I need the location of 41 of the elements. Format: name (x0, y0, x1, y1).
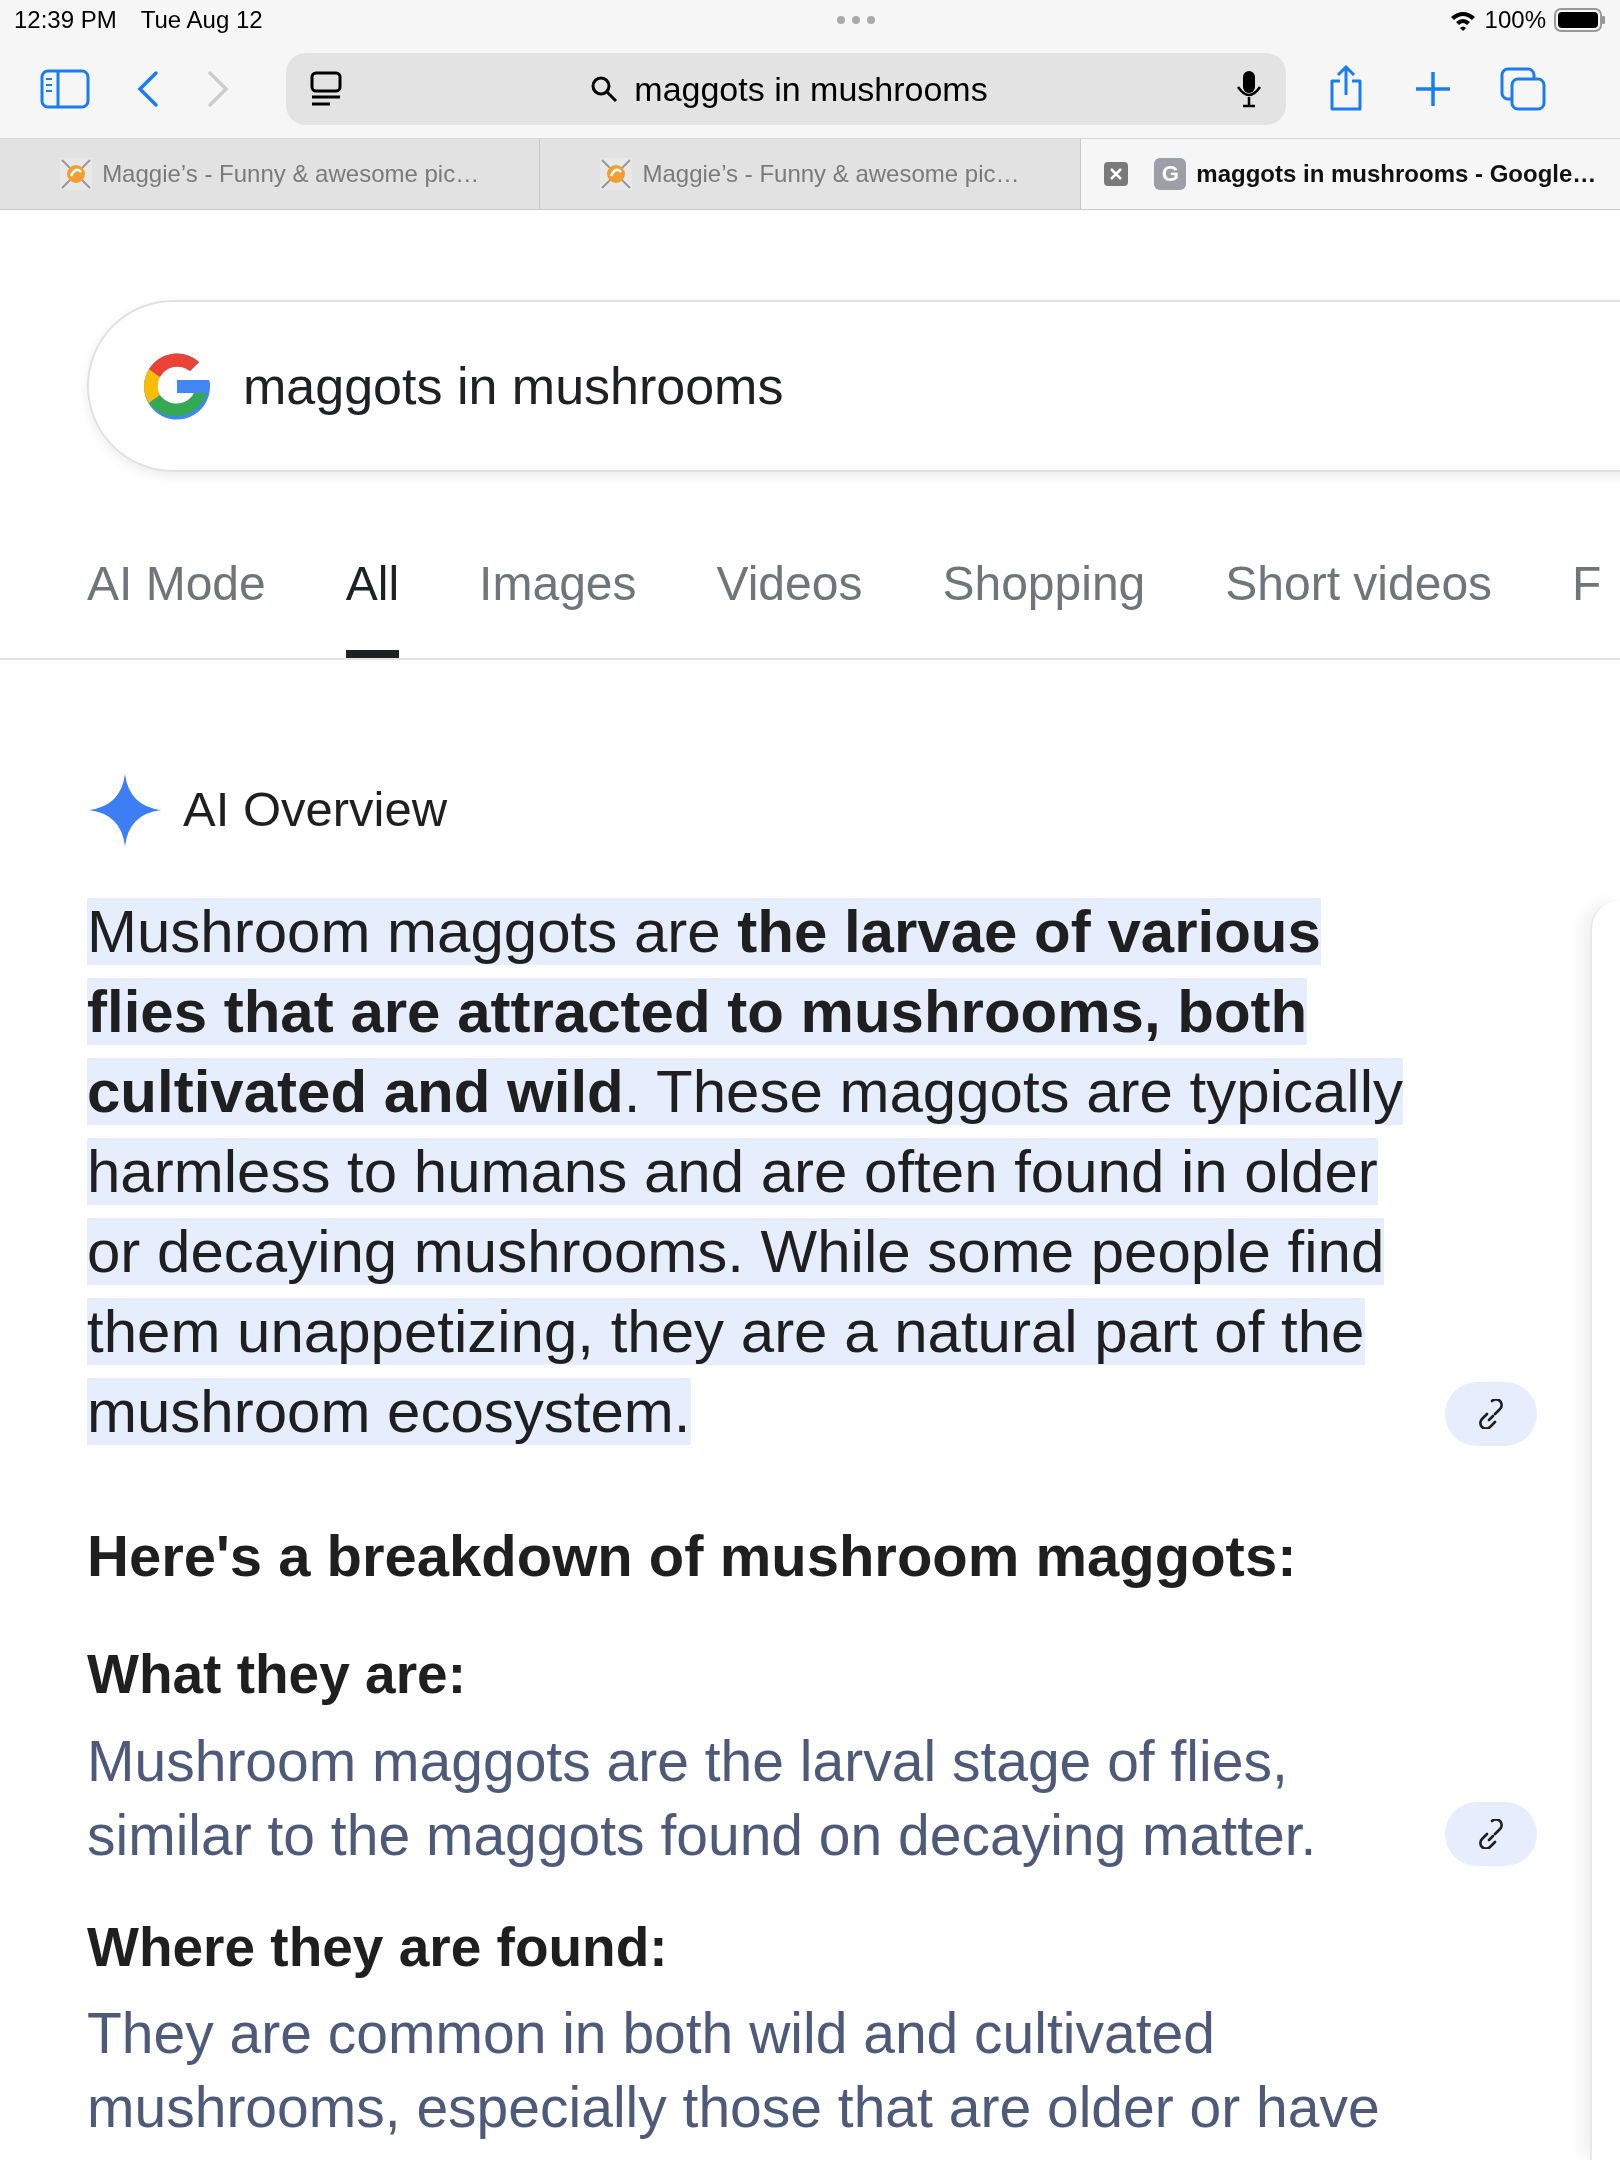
section-heading: What they are: (87, 1642, 467, 1707)
nav-tab[interactable]: Shopping (942, 548, 1146, 658)
nav-tab[interactable]: Short videos (1225, 548, 1493, 658)
section-text: They are common in both wild and cultivated mushrooms, especially those that are older or have (87, 2000, 1381, 2141)
overview-summary: Mushroom maggots are the larvae of various flies that are attracted to mushrooms, both cultivated and wild. These maggots are typically harmless to humans and are often found in older or decaying mushrooms. While some people find them unappetizing, they are a natural part of the mushroom ecosystem. (87, 897, 1405, 1447)
tab-title: Maggie’s - Funny & awesome pic… (102, 159, 480, 189)
sidebar-icon[interactable] (40, 69, 90, 109)
favicon-icon (60, 158, 93, 190)
section-text: Mushroom maggots are the larval stage of flies, similar to the maggots found on decaying matter. (87, 1727, 1318, 1869)
new-tab-icon[interactable] (1414, 70, 1452, 108)
nav-tab[interactable]: Images (479, 548, 637, 658)
address-bar[interactable]: maggots in mushrooms (286, 53, 1286, 125)
address-text: maggots in mushrooms (634, 68, 988, 110)
section-heading: Where they are found: (87, 1914, 669, 1980)
link-icon (1476, 1399, 1506, 1429)
microphone-icon[interactable] (1236, 69, 1262, 109)
nav-tab[interactable]: AI Mode (87, 548, 266, 658)
browser-tab[interactable]: Maggie’s - Funny & awesome pic… (0, 139, 541, 209)
nav-tab[interactable]: Videos (716, 548, 863, 658)
status-date: Tue Aug 12 (140, 5, 263, 35)
search-icon (590, 75, 619, 103)
more-dots-icon[interactable] (835, 15, 876, 25)
battery-percent: 100% (1484, 5, 1546, 35)
nav-tab[interactable]: All (345, 548, 400, 658)
close-tab-icon[interactable] (1104, 162, 1129, 186)
link-icon (1476, 1818, 1506, 1849)
search-field[interactable]: maggots in mushrooms (87, 300, 1620, 472)
reader-icon[interactable] (310, 71, 342, 107)
search-query: maggots in mushrooms (243, 356, 784, 417)
favicon-icon (600, 158, 633, 190)
overview-title: AI Overview (183, 781, 448, 839)
favicon-icon: G (1154, 158, 1187, 190)
tab-title: maggots in mushrooms - Google… (1196, 159, 1597, 189)
status-time: 12:39 PM (14, 5, 117, 35)
browser-tab[interactable]: Maggie’s - Funny & awesome pic… (540, 139, 1081, 209)
back-icon[interactable] (136, 69, 160, 109)
battery-icon (1554, 8, 1606, 32)
breakdown-heading: Here's a breakdown of mushroom maggots: (87, 1522, 1298, 1590)
nav-tab[interactable]: F (1572, 548, 1602, 658)
tab-title: Maggie’s - Funny & awesome pic… (642, 159, 1020, 189)
tabs-icon[interactable] (1500, 67, 1546, 111)
